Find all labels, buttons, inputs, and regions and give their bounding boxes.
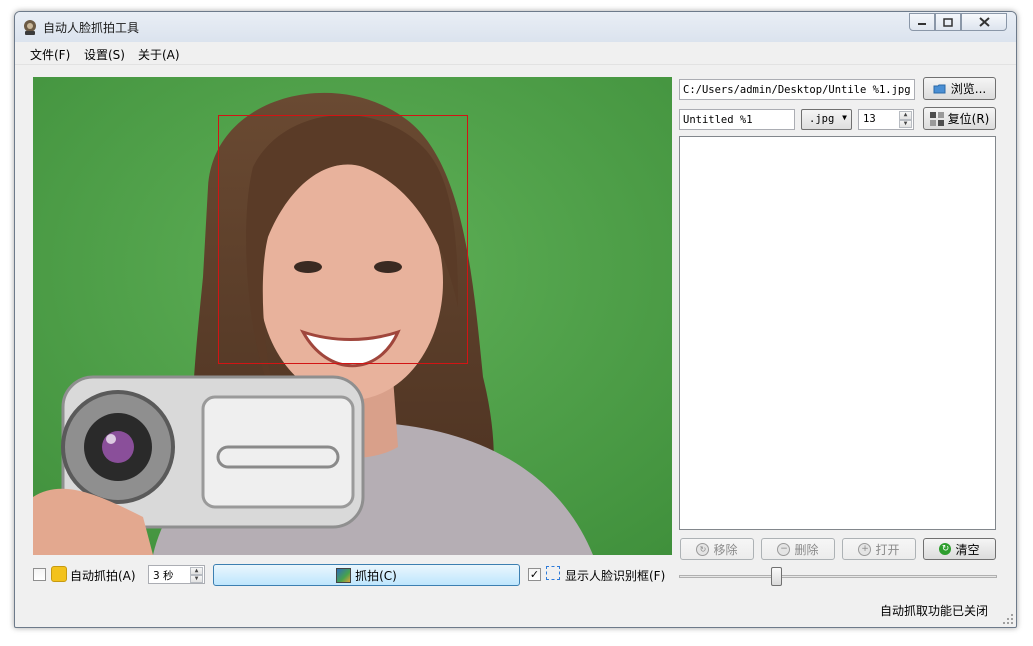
slider-thumb[interactable] — [771, 567, 783, 586]
menu-settings[interactable]: 设置(S) — [84, 46, 125, 63]
menu-bar: 文件(F) 设置(S) 关于(A) — [15, 42, 1016, 65]
remove-label: 移除 — [713, 542, 738, 557]
filename-input[interactable] — [679, 109, 795, 130]
minimize-icon — [918, 23, 926, 25]
spin-up-icon[interactable]: ▲ — [899, 111, 912, 120]
reset-grid-icon — [929, 111, 944, 126]
clear-icon: ↻ — [939, 543, 952, 555]
interval-spinbox[interactable]: 3 秒 ▲ ▼ — [148, 565, 205, 584]
maximize-button[interactable] — [935, 13, 961, 31]
resize-grip-icon[interactable] — [1002, 613, 1014, 625]
window-title: 自动人脸抓拍工具 — [43, 21, 140, 35]
folder-icon — [933, 84, 946, 93]
open-icon: + — [858, 542, 872, 556]
close-icon — [978, 17, 990, 27]
save-path-input[interactable] — [679, 79, 915, 100]
app-camera-icon — [24, 20, 36, 35]
chevron-down-icon: ▼ — [842, 113, 847, 122]
menu-file[interactable]: 文件(F) — [30, 46, 70, 63]
capture-label: 抓拍(C) — [355, 568, 397, 583]
remove-icon: ↻ — [696, 542, 710, 556]
open-label: 打开 — [875, 542, 900, 557]
interval-value: 3 秒 — [153, 570, 174, 582]
open-button[interactable]: + 打开 — [842, 538, 916, 560]
title-bar[interactable]: 自动人脸抓拍工具 — [15, 12, 1016, 42]
reset-label: 复位(R) — [947, 112, 990, 126]
interval-up-icon[interactable]: ▲ — [190, 567, 203, 575]
delete-icon: − — [777, 542, 791, 556]
format-value: .jpg — [809, 113, 835, 125]
interval-spin-arrows[interactable]: ▲ ▼ — [190, 567, 203, 583]
clear-button[interactable]: ↻ 清空 — [923, 538, 996, 560]
captured-images-list[interactable] — [679, 136, 996, 530]
delete-button[interactable]: − 删除 — [761, 538, 835, 560]
show-face-frame-label: 显示人脸识别框(F) — [565, 569, 666, 583]
menu-about[interactable]: 关于(A) — [138, 46, 180, 63]
browse-button[interactable]: 浏览... — [923, 77, 996, 100]
checkmark-icon: ✓ — [529, 568, 540, 581]
reset-button[interactable]: 复位(R) — [923, 107, 996, 130]
capture-button[interactable]: 抓拍(C) — [213, 564, 520, 586]
caption-buttons — [909, 13, 1007, 33]
browse-label: 浏览... — [950, 82, 987, 96]
app-window: 自动人脸抓拍工具 文件(F) 设置(S) 关于(A) C:/Users/admi… — [14, 11, 1017, 628]
minimize-button[interactable] — [909, 13, 935, 31]
format-select[interactable]: .jpg ▼ — [801, 109, 852, 130]
auto-capture-icon — [51, 566, 67, 582]
clear-label: 清空 — [955, 542, 980, 557]
show-face-frame-checkbox[interactable]: ✓ — [528, 568, 541, 581]
auto-capture-label: 自动抓拍(A) — [70, 569, 136, 583]
quality-spinbox[interactable]: 13 ▲ ▼ — [858, 109, 914, 130]
quality-value: 13 — [863, 113, 876, 125]
slider-track[interactable] — [679, 575, 997, 578]
remove-button[interactable]: ↻ 移除 — [680, 538, 754, 560]
spin-down-icon[interactable]: ▼ — [899, 119, 912, 128]
maximize-icon — [943, 17, 953, 27]
close-button[interactable] — [961, 13, 1007, 31]
interval-down-icon[interactable]: ▼ — [190, 575, 203, 583]
spin-arrows[interactable]: ▲ ▼ — [899, 111, 912, 128]
picture-icon — [336, 567, 352, 583]
delete-label: 删除 — [794, 542, 819, 557]
camera-preview[interactable] — [33, 77, 672, 555]
selection-frame-icon — [546, 566, 560, 580]
auto-capture-checkbox[interactable] — [33, 568, 46, 581]
status-text: 自动抓取功能已关闭 — [879, 604, 988, 618]
face-detection-frame — [218, 115, 468, 364]
